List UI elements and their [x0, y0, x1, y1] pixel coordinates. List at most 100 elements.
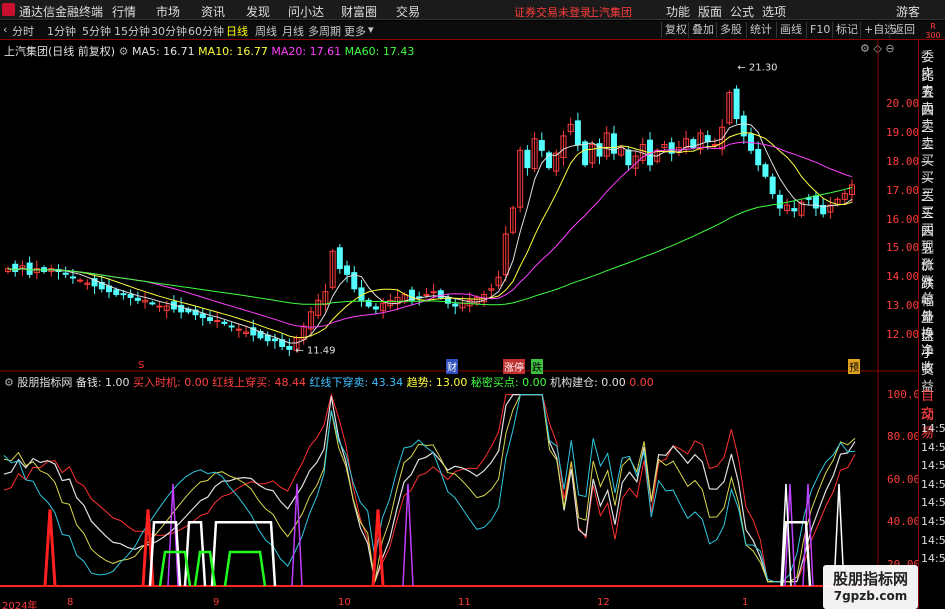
price-tick-3: 17.00	[886, 183, 920, 197]
candle-body	[69, 276, 76, 279]
current-stock-name: 上汽集团	[588, 6, 632, 19]
btn-diejia[interactable]: 叠加	[688, 22, 717, 38]
candle-body	[336, 247, 343, 270]
candlestick-chart[interactable]: ← 21.30 ← 11.49	[0, 40, 918, 372]
candle-body	[755, 148, 762, 166]
candle-body	[344, 265, 351, 275]
candle-body	[733, 88, 740, 120]
indicator-line-1	[3, 394, 856, 583]
ind-tick-2: 60.00	[887, 472, 921, 486]
time-tick-4: 11	[458, 597, 471, 608]
period-weekly[interactable]: 周线	[255, 23, 277, 39]
menu-banmian[interactable]: 版面	[698, 3, 722, 20]
trend-block	[210, 520, 277, 587]
btn-biaoji[interactable]: 标记	[832, 22, 861, 38]
period-daily[interactable]: 日线	[226, 23, 248, 39]
side-panel-item-23[interactable]: 14:56	[921, 459, 945, 472]
menu-hangqing[interactable]: 行情	[112, 3, 136, 20]
candle-body	[62, 272, 69, 275]
candle-body	[149, 302, 156, 305]
period-more[interactable]: 更多	[344, 23, 366, 39]
menu-zixun[interactable]: 资讯	[201, 3, 225, 20]
event-tag-s[interactable]: S	[137, 360, 145, 371]
toolbar-prev-icon[interactable]: ‹	[3, 23, 7, 36]
period-fenshi[interactable]: 分时	[12, 23, 34, 39]
ind-tick-1: 80.00	[887, 430, 921, 444]
period-monthly[interactable]: 月线	[282, 23, 304, 39]
menu-gongneng[interactable]: 功能	[666, 3, 690, 20]
period-30min[interactable]: 30分钟	[151, 23, 187, 39]
candle-body	[206, 317, 213, 322]
time-tick-5: 12	[597, 597, 610, 608]
login-status[interactable]: 证券交易未登录	[514, 4, 591, 20]
menu-wenxiaoda[interactable]: 问小达	[288, 3, 324, 20]
side-panel-item-22[interactable]: 14:56	[921, 441, 945, 454]
candle-body	[271, 338, 278, 342]
candle-body	[214, 320, 221, 322]
ma10-line	[7, 132, 853, 338]
period-15min[interactable]: 15分钟	[114, 23, 150, 39]
low-annotation: ← 11.49	[295, 346, 335, 357]
candle-body	[423, 294, 430, 297]
side-panel-item-28[interactable]: 14:56	[921, 552, 945, 565]
candle-body	[762, 164, 769, 177]
menu-faxian[interactable]: 发现	[246, 3, 270, 20]
candle-body	[372, 306, 379, 310]
menu-caifuquan[interactable]: 财富圈	[341, 3, 377, 20]
period-1min[interactable]: 1分钟	[47, 23, 76, 39]
candle-body	[582, 141, 589, 166]
price-tick-4: 16.00	[886, 212, 920, 226]
btn-fuquan[interactable]: 复权	[661, 22, 690, 38]
ma20-line	[7, 141, 853, 328]
menu-shichang[interactable]: 市场	[156, 3, 180, 20]
side-panel-item-24[interactable]: 14:56	[921, 478, 945, 491]
btn-back[interactable]: 返回	[889, 22, 918, 38]
indicator-line-2	[3, 394, 856, 583]
price-tick-1: 19.00	[886, 126, 920, 139]
candle-body	[199, 313, 206, 319]
more-dropdown-icon[interactable]: ▾	[368, 23, 374, 36]
candle-body	[769, 176, 776, 195]
candle-body	[134, 297, 141, 301]
period-60min[interactable]: 60分钟	[188, 23, 224, 39]
watermark-line1: 股朋指标网	[832, 570, 908, 588]
price-tick-2: 18.00	[886, 154, 920, 168]
side-panel-item-25[interactable]: 14:56	[921, 496, 945, 509]
side-panel-item-26[interactable]: 14:56	[921, 515, 945, 528]
side-panel-item-21[interactable]: 14:56	[921, 422, 945, 435]
btn-tongji[interactable]: 统计	[746, 22, 775, 38]
period-toolbar: ‹ 分时 1分钟 5分钟 15分钟 30分钟 60分钟 日线 周线 月线 多周期…	[0, 21, 945, 40]
signal-spike	[43, 509, 57, 587]
btn-duogu[interactable]: 多股	[716, 22, 745, 38]
period-5min[interactable]: 5分钟	[82, 23, 111, 39]
candle-body	[221, 321, 228, 324]
candle-body	[625, 149, 632, 166]
indicator-chart[interactable]	[0, 372, 918, 597]
candle-body	[127, 294, 134, 298]
btn-f10[interactable]: F10	[806, 22, 833, 38]
candle-body	[452, 303, 459, 307]
candle-body	[228, 325, 235, 328]
period-multi[interactable]: 多周期	[308, 23, 341, 39]
candle-body	[26, 262, 33, 275]
price-tick-5: 15.00	[886, 241, 920, 255]
candle-body	[776, 194, 783, 209]
menu-xuanxiang[interactable]: 选项	[762, 3, 786, 20]
app-logo-icon	[2, 3, 15, 16]
indicator-line-3	[3, 394, 856, 583]
price-tick-7: 13.00	[886, 299, 920, 313]
candle-body	[77, 279, 84, 282]
ind-tick-0: 100.0	[887, 387, 921, 401]
side-panel-item-27[interactable]: 14:56	[921, 534, 945, 547]
user-guest[interactable]: 游客	[896, 3, 920, 20]
time-tick-3: 10	[338, 597, 351, 608]
watermark-logo: 股朋指标网 7gpzb.com	[823, 565, 918, 609]
menu-jiaoyi[interactable]: 交易	[396, 3, 420, 20]
price-tick-8: 12.00	[886, 327, 920, 341]
btn-huaxian[interactable]: 画线	[776, 22, 805, 38]
time-tick-1: 8	[67, 597, 74, 608]
menu-gongshi[interactable]: 公式	[730, 3, 754, 20]
app-name: 通达信金融终端	[19, 5, 104, 19]
menu-bar: 通达信金融终端 行情 市场 资讯 发现 问小达 财富圈 交易 证券交易未登录 上…	[0, 0, 945, 20]
candle-body	[538, 140, 545, 151]
